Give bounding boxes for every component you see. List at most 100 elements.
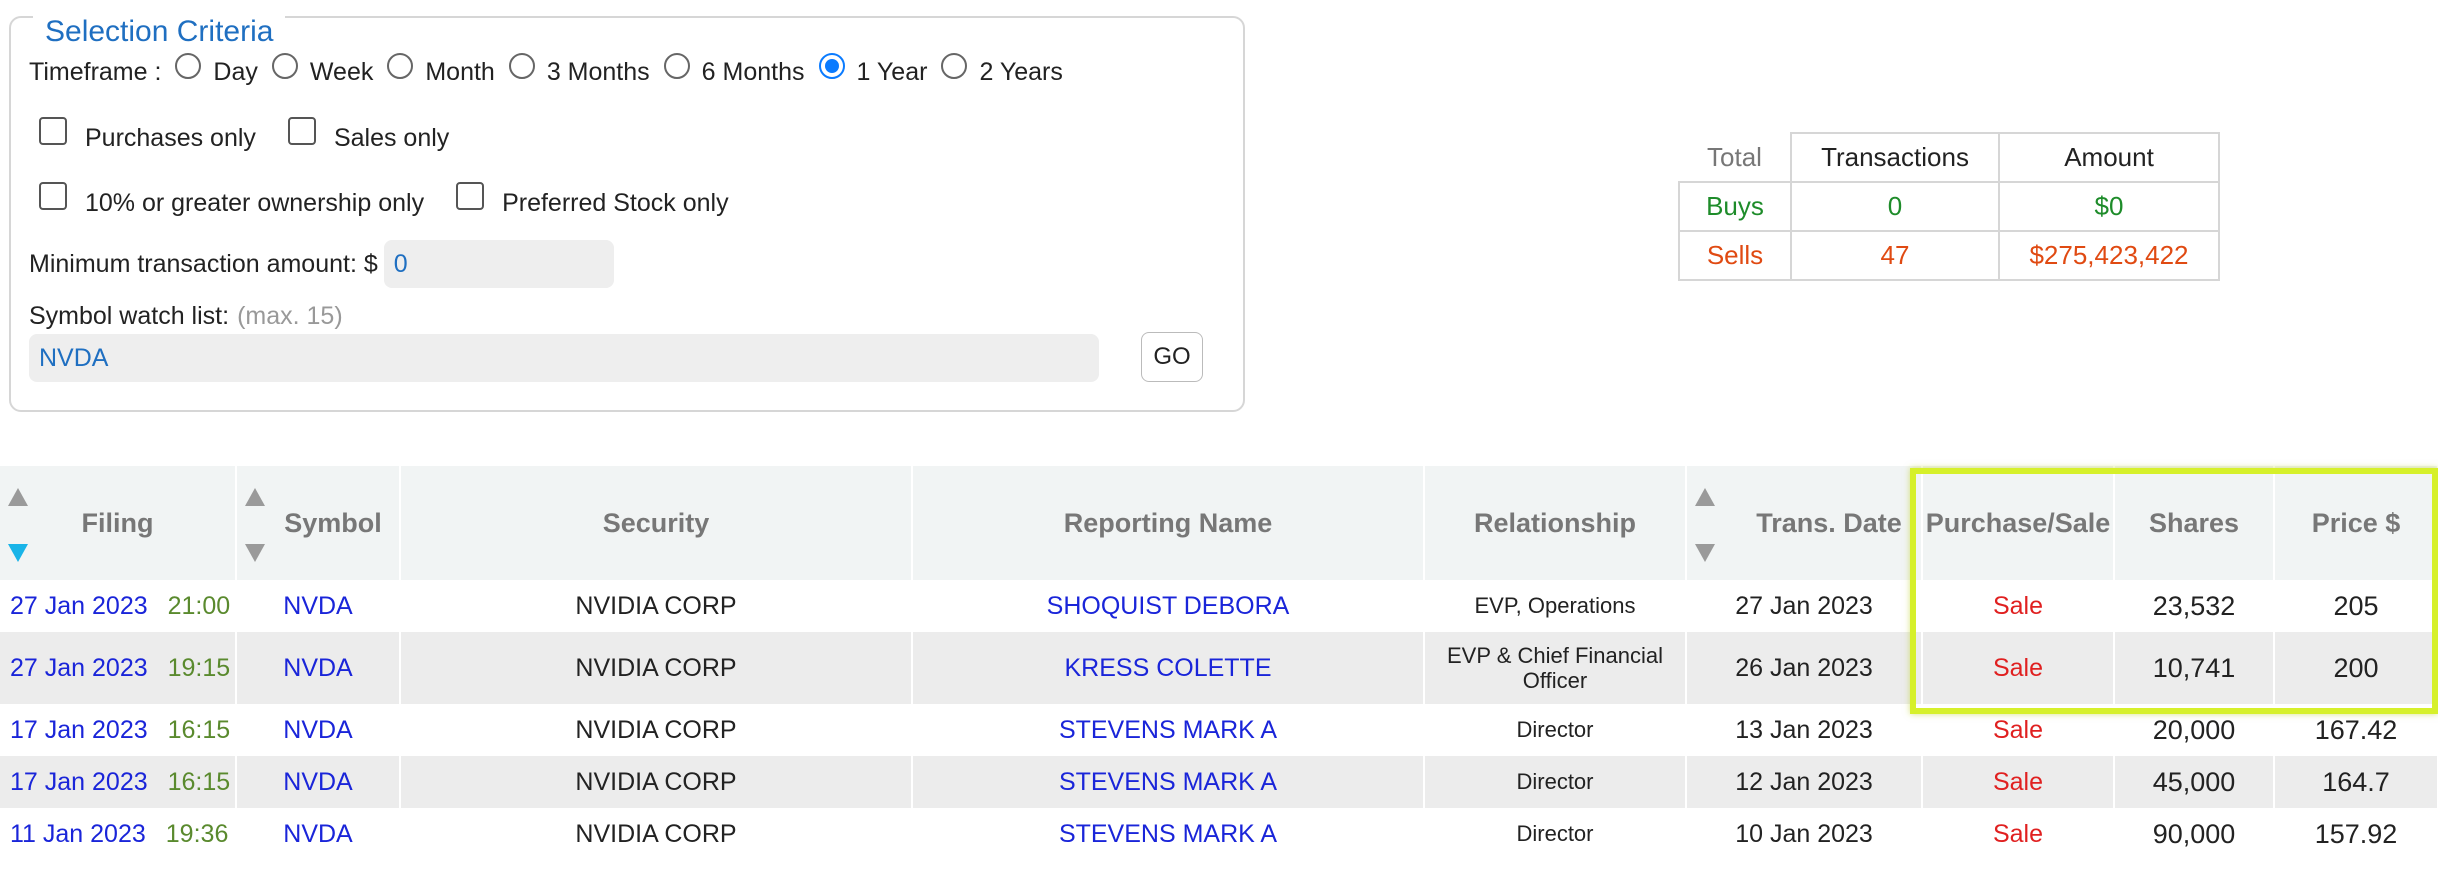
filing-header[interactable]: Filing	[0, 466, 237, 580]
total-label: Total	[1679, 133, 1792, 183]
ownership-only-label: 10% or greater ownership only	[85, 189, 425, 217]
symbol-link[interactable]: NVDA	[236, 632, 401, 704]
filing-date-link[interactable]: 17 Jan 2023	[10, 716, 148, 744]
sort-up-icon[interactable]	[8, 488, 28, 506]
checkbox-icon[interactable]	[39, 116, 67, 145]
timeframe-month[interactable]: Month	[387, 52, 495, 87]
table-row: 27 Jan 2023 21:00 NVDA NVIDIA CORP SHOQUI…	[0, 580, 2438, 632]
price-cell: 164.7	[2274, 756, 2438, 808]
sort-down-icon[interactable]	[1695, 544, 1715, 562]
watchlist-label-row: Symbol watch list: (max. 15)	[29, 302, 343, 331]
timeframe-month-label: Month	[425, 58, 495, 86]
timeframe-day-label: Day	[213, 58, 258, 86]
go-button[interactable]: GO	[1141, 332, 1203, 382]
shares-cell: 45,000	[2114, 756, 2275, 808]
relationship-cell: EVP, Operations	[1424, 580, 1687, 632]
selection-criteria-panel: Selection Criteria Timeframe : Day Week …	[9, 14, 1245, 412]
reporting-name-link[interactable]: STEVENS MARK A	[912, 756, 1425, 808]
symbol-link[interactable]: NVDA	[236, 808, 401, 860]
trans-date-cell: 10 Jan 2023	[1686, 808, 1923, 860]
sells-count: 47	[1790, 230, 2000, 281]
filing-date-link[interactable]: 27 Jan 2023	[10, 592, 148, 620]
security-cell: NVIDIA CORP	[400, 808, 913, 860]
sort-down-icon[interactable]	[8, 544, 28, 562]
symbol-link[interactable]: NVDA	[236, 704, 401, 756]
buys-amount: $0	[1998, 181, 2220, 232]
buys-count: 0	[1790, 181, 2000, 232]
purchase-sale-cell: Sale	[1922, 580, 2115, 632]
timeframe-week[interactable]: Week	[271, 52, 373, 87]
min-amount-label: Minimum transaction amount: $	[29, 249, 378, 278]
filing-time: 16:15	[167, 715, 231, 744]
relationship-cell: EVP & Chief Financial Officer	[1424, 632, 1687, 704]
radio-icon[interactable]	[175, 52, 202, 79]
summary-table: Total Transactions Amount Buys 0 $0 Sell…	[1678, 132, 2220, 281]
sort-down-icon[interactable]	[245, 544, 265, 562]
ownership-only-checkbox[interactable]: 10% or greater ownership only	[39, 181, 425, 218]
trans-date-cell: 27 Jan 2023	[1686, 580, 1923, 632]
reporting-name-link[interactable]: KRESS COLETTE	[912, 632, 1425, 704]
shares-header: Shares	[2114, 466, 2275, 580]
timeframe-day[interactable]: Day	[175, 52, 258, 87]
filing-time: 19:36	[165, 819, 229, 848]
filing-date-link[interactable]: 11 Jan 2023	[10, 820, 146, 848]
purchases-only-label: Purchases only	[85, 124, 256, 152]
timeframe-6-months[interactable]: 6 Months	[663, 52, 805, 87]
min-amount-row: Minimum transaction amount: $ 0	[29, 240, 614, 288]
checkbox-icon[interactable]	[287, 116, 316, 145]
filing-time: 16:15	[167, 767, 231, 796]
purchase-sale-cell: Sale	[1922, 756, 2115, 808]
timeframe-3-months[interactable]: 3 Months	[508, 52, 650, 87]
reporting-name-link[interactable]: STEVENS MARK A	[912, 704, 1425, 756]
sells-amount: $275,423,422	[1998, 230, 2220, 281]
security-cell: NVIDIA CORP	[400, 704, 913, 756]
shares-cell: 90,000	[2114, 808, 2275, 860]
reporting-name-link[interactable]: STEVENS MARK A	[912, 808, 1425, 860]
timeframe-2-years[interactable]: 2 Years	[941, 52, 1063, 87]
symbol-link[interactable]: NVDA	[236, 756, 401, 808]
filing-date-link[interactable]: 17 Jan 2023	[10, 768, 148, 796]
radio-checked-icon[interactable]	[818, 52, 845, 79]
checkbox-icon[interactable]	[456, 181, 485, 210]
security-cell: NVIDIA CORP	[400, 632, 913, 704]
timeframe-1-year[interactable]: 1 Year	[818, 52, 927, 87]
trans-date-header[interactable]: Trans. Date	[1686, 466, 1923, 580]
price-cell: 167.42	[2274, 704, 2438, 756]
filing-header-label: Filing	[81, 507, 154, 538]
sort-up-icon[interactable]	[245, 488, 265, 506]
radio-icon[interactable]	[271, 52, 298, 79]
price-cell: 157.92	[2274, 808, 2438, 860]
relationship-header: Relationship	[1424, 466, 1687, 580]
radio-icon[interactable]	[941, 52, 968, 79]
checkbox-icon[interactable]	[39, 181, 67, 210]
reporting-name-link[interactable]: SHOQUIST DEBORA	[912, 580, 1425, 632]
symbol-link[interactable]: NVDA	[236, 580, 401, 632]
price-cell: 200	[2274, 632, 2438, 704]
filing-date-link[interactable]: 27 Jan 2023	[10, 654, 148, 682]
shares-cell: 20,000	[2114, 704, 2275, 756]
timeframe-row: Timeframe : Day Week Month 3 Months 6 Mo…	[29, 52, 1077, 87]
filing-cell: 27 Jan 2023 21:00	[0, 580, 237, 632]
trans-date-cell: 13 Jan 2023	[1686, 704, 1923, 756]
filing-time: 21:00	[167, 591, 231, 620]
sells-label: Sells	[1678, 230, 1792, 281]
symbol-header[interactable]: Symbol	[236, 466, 401, 580]
price-header: Price $	[2274, 466, 2438, 580]
purchase-sale-cell: Sale	[1922, 632, 2115, 704]
watchlist-label: Symbol watch list:	[29, 302, 230, 330]
relationship-cell: Director	[1424, 704, 1687, 756]
radio-icon[interactable]	[663, 52, 690, 79]
radio-icon[interactable]	[387, 52, 414, 79]
purchase-sale-filter-row: Purchases only Sales only	[39, 116, 481, 153]
min-amount-input[interactable]: 0	[383, 240, 614, 288]
buys-label: Buys	[1678, 181, 1792, 232]
watchlist-hint: (max. 15)	[237, 302, 343, 330]
transactions-header: Transactions	[1790, 132, 2000, 183]
sort-up-icon[interactable]	[1695, 488, 1715, 506]
radio-icon[interactable]	[508, 52, 535, 79]
watchlist-input[interactable]: NVDA	[29, 334, 1099, 382]
preferred-only-checkbox[interactable]: Preferred Stock only	[456, 181, 729, 218]
sales-only-checkbox[interactable]: Sales only	[287, 116, 449, 153]
purchases-only-checkbox[interactable]: Purchases only	[39, 116, 256, 153]
trans-date-cell: 26 Jan 2023	[1686, 632, 1923, 704]
